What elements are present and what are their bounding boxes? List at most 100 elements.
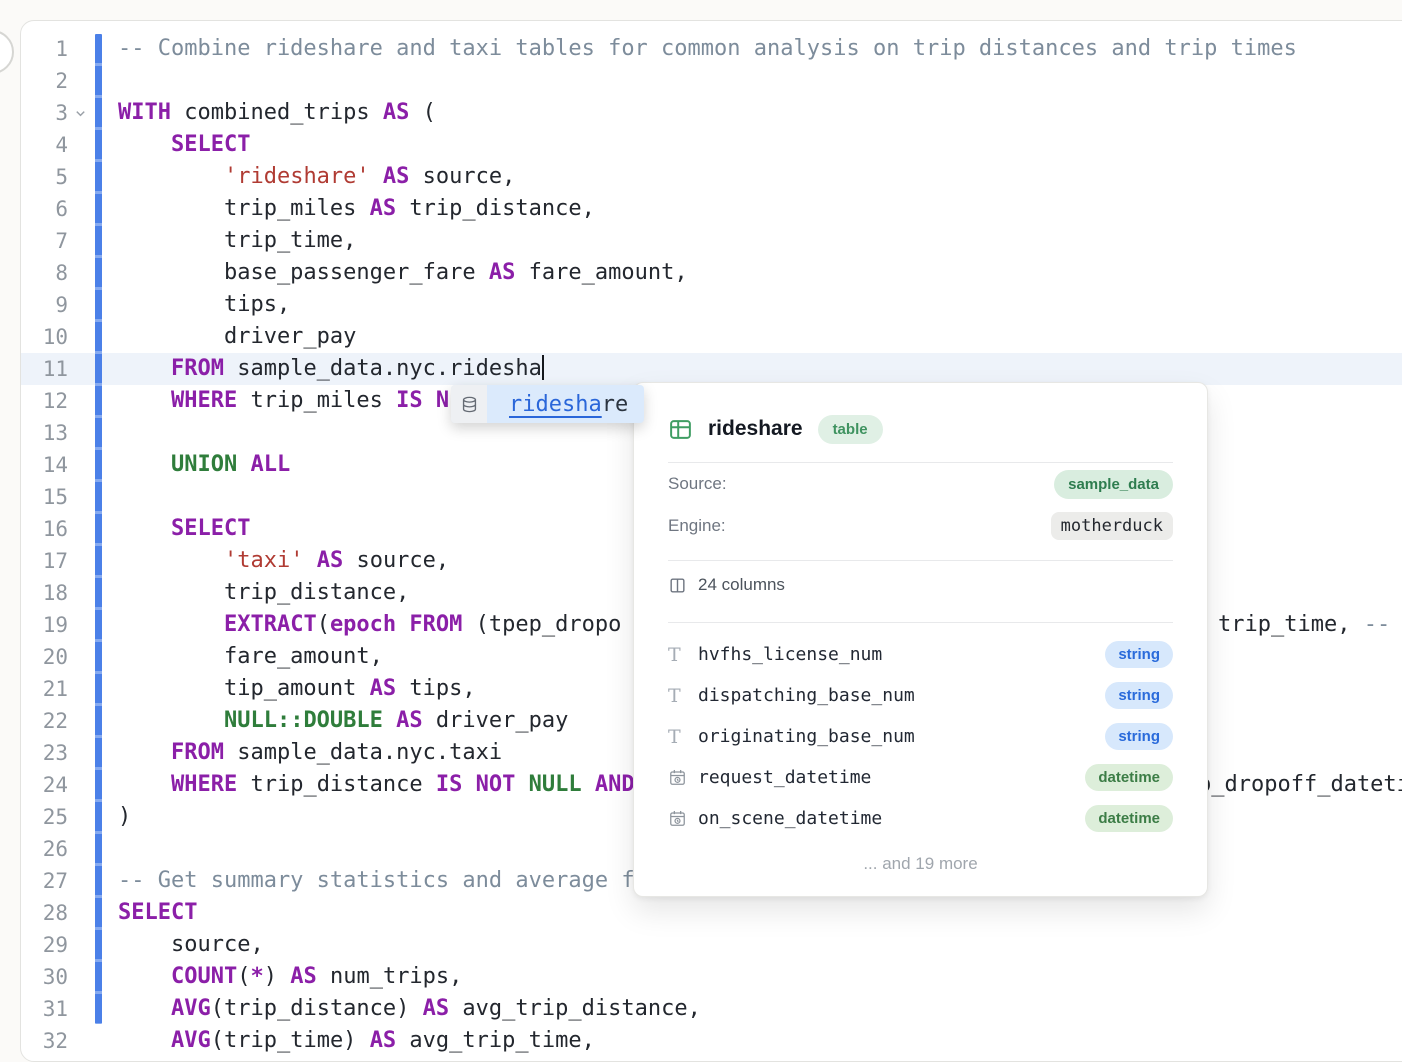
line-number: 14 <box>20 449 68 481</box>
sql-keyword: IS <box>436 772 463 797</box>
sql-keyword: AS <box>423 996 450 1021</box>
autocomplete-rest-text: re <box>602 392 629 417</box>
code-text: num_trips, <box>317 964 463 989</box>
sql-keyword: AS <box>290 964 317 989</box>
sql-keyword: AS <box>396 708 423 733</box>
code-text: driver_pay <box>118 324 356 349</box>
code-line: base_passenger_fare AS fare_amount, <box>118 257 1402 289</box>
code-text: ( <box>237 964 250 989</box>
sql-keyword: FROM <box>409 612 462 637</box>
sql-keyword: AVG <box>171 996 211 1021</box>
code-fragment: p_dropoff_datetim <box>1198 769 1402 801</box>
datetime-icon <box>668 768 687 787</box>
sql-keyword: AS <box>383 100 410 125</box>
column-row: Toriginating_base_numstring <box>668 716 1173 757</box>
code-text <box>396 612 409 637</box>
line-number: 11 <box>20 353 68 385</box>
database-icon <box>451 385 487 423</box>
sql-keyword: AS <box>317 548 344 573</box>
sql-keyword: epoch <box>330 612 396 637</box>
code-text: trip_distance <box>237 772 436 797</box>
autocomplete-item-rideshare[interactable]: rideshare <box>487 385 644 423</box>
code-fragment: trip_time, -- <box>1218 609 1390 641</box>
engine-row: Engine: motherduck <box>668 505 1173 547</box>
edge-button[interactable] <box>0 30 14 74</box>
line-number: 9 <box>20 289 68 321</box>
sql-keyword: AS <box>370 196 397 221</box>
code-text: trip_miles <box>118 196 370 221</box>
column-name: originating_base_num <box>698 726 1105 747</box>
code-line: WITH combined_trips AS ( <box>118 97 1402 129</box>
line-number: 5 <box>20 161 68 193</box>
columns-icon <box>668 576 687 595</box>
source-value-badge: sample_data <box>1054 470 1173 499</box>
column-row: on_scene_datetimedatetime <box>668 798 1173 839</box>
engine-label: Engine: <box>668 516 726 536</box>
code-line: AVG(trip_time) AS avg_trip_time, <box>118 1025 1402 1057</box>
column-type-badge: string <box>1105 723 1173 750</box>
line-number: 10 <box>20 321 68 353</box>
column-name: hvfhs_license_num <box>698 644 1105 665</box>
fold-chevron-icon[interactable] <box>74 97 90 129</box>
sql-keyword: COUNT <box>171 964 237 989</box>
code-text: ( <box>317 612 330 637</box>
columns-count-row: 24 columns <box>668 561 1173 609</box>
code-text <box>118 612 224 637</box>
line-number: 22 <box>20 705 68 737</box>
line-number: 2 <box>20 65 68 97</box>
column-type-badge: string <box>1105 641 1173 668</box>
line-number: 19 <box>20 609 68 641</box>
code-text <box>582 772 595 797</box>
code-text <box>118 452 171 477</box>
line-number: 26 <box>20 833 68 865</box>
code-line: -- Combine rideshare and taxi tables for… <box>118 33 1402 65</box>
text-type-icon: T <box>668 685 681 707</box>
line-number: 8 <box>20 257 68 289</box>
line-number: 31 <box>20 993 68 1025</box>
code-text <box>118 388 171 413</box>
code-text <box>118 132 171 157</box>
sql-string: 'taxi' <box>224 548 303 573</box>
text-type-icon-wrap: T <box>668 726 698 748</box>
column-type-badge: string <box>1105 682 1173 709</box>
column-row: Tdispatching_base_numstring <box>668 675 1173 716</box>
more-columns-note: ... and 19 more <box>668 854 1173 874</box>
code-text: sample_data.nyc.ridesha <box>224 356 542 381</box>
table-kind-badge: table <box>818 415 883 444</box>
code-line: SELECT <box>118 129 1402 161</box>
code-text <box>462 772 475 797</box>
column-type-badge: datetime <box>1085 805 1173 832</box>
code-text <box>118 740 171 765</box>
code-text: tip_amount <box>118 676 370 701</box>
source-row: Source: sample_data <box>668 463 1173 505</box>
sql-keyword: AS <box>489 260 516 285</box>
code-line: trip_time, <box>118 225 1402 257</box>
text-type-icon: T <box>668 726 681 748</box>
code-text: driver_pay <box>423 708 569 733</box>
code-line: trip_miles AS trip_distance, <box>118 193 1402 225</box>
code-line: tips, <box>118 289 1402 321</box>
sql-comment: -- Get summary statistics and average f <box>118 868 635 893</box>
sql-type-keyword: UNION <box>171 452 237 477</box>
code-line <box>118 65 1402 97</box>
line-number: 20 <box>20 641 68 673</box>
line-number: 15 <box>20 481 68 513</box>
code-text <box>118 964 171 989</box>
line-number: 28 <box>20 897 68 929</box>
code-text: trip_distance, <box>396 196 595 221</box>
line-number: 6 <box>20 193 68 225</box>
sql-keyword: FROM <box>171 740 224 765</box>
code-text: source, <box>343 548 449 573</box>
code-text <box>303 548 316 573</box>
autocomplete-match-text: ridesha <box>509 392 602 417</box>
sql-keyword: AND <box>595 772 635 797</box>
sql-string: 'rideshare' <box>224 164 370 189</box>
sql-keyword: AS <box>370 676 397 701</box>
column-list: Thvfhs_license_numstringTdispatching_bas… <box>668 634 1173 839</box>
code-text: source, <box>409 164 515 189</box>
sql-keyword: WHERE <box>171 772 237 797</box>
code-text: tips, <box>118 292 290 317</box>
autocomplete-popup[interactable]: rideshare <box>451 385 644 423</box>
line-number: 12 <box>20 385 68 417</box>
code-text <box>237 452 250 477</box>
